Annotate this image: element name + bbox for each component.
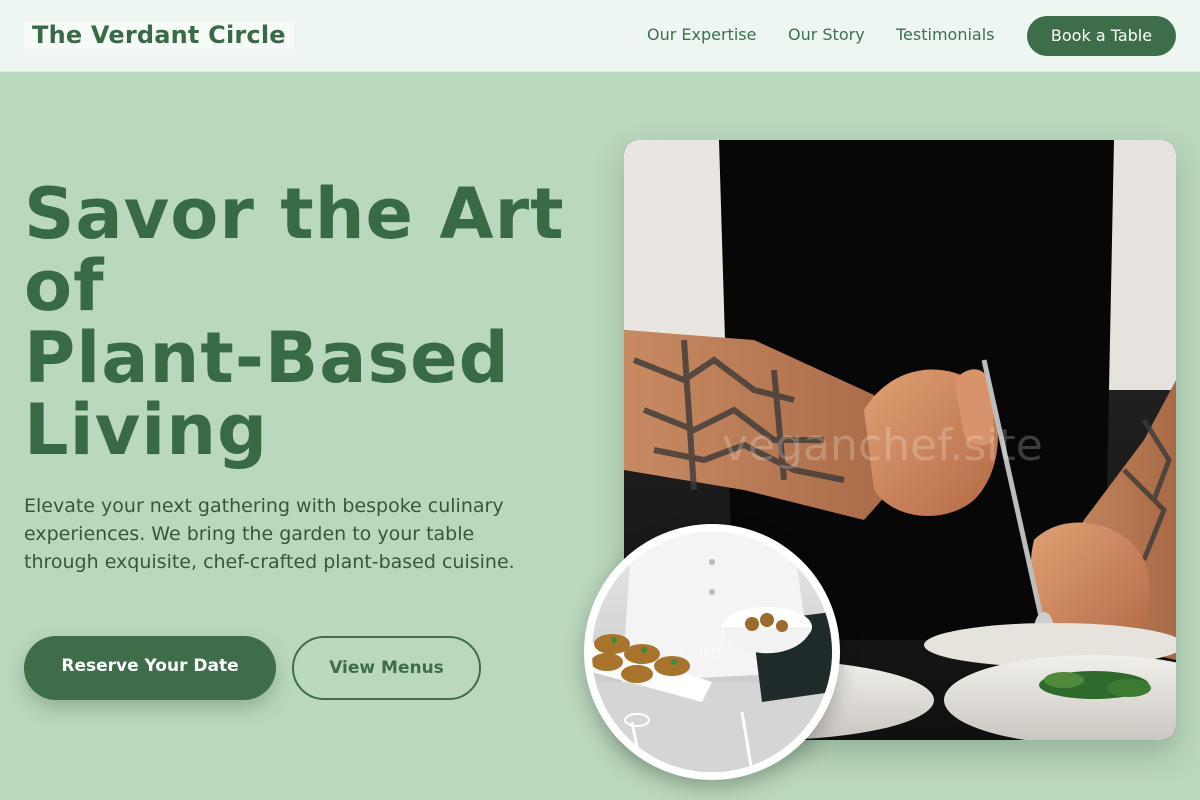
site-header: The Verdant Circle Our Expertise Our Sto… (0, 0, 1200, 72)
view-menus-button[interactable]: View Menus (292, 636, 481, 700)
brand-logo-text[interactable]: The Verdant Circle (24, 21, 294, 49)
hero-title-line: Savor the Art (24, 173, 565, 255)
hero-title: Savor the Art of Plant-Based Living (24, 178, 594, 466)
reserve-date-button[interactable]: Reserve Your Date (24, 636, 276, 700)
catering-inset-frame: chef (584, 524, 840, 780)
hero-title-line: Living (24, 389, 269, 471)
hero-title-line: Plant-Based (24, 317, 510, 399)
image-watermark: veganchef.site (722, 420, 1043, 471)
hero-subtitle: Elevate your next gathering with bespoke… (24, 495, 515, 573)
nav-link-testimonials[interactable]: Testimonials (896, 24, 995, 46)
book-table-button[interactable]: Book a Table (1027, 16, 1176, 56)
inset-watermark: chef (680, 638, 724, 662)
hero-title-line: of (24, 245, 105, 327)
nav-link-our-expertise[interactable]: Our Expertise (647, 24, 756, 46)
nav-link-our-story[interactable]: Our Story (788, 24, 865, 46)
